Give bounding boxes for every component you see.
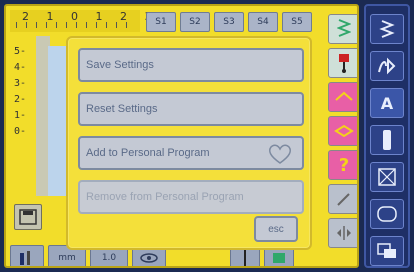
tab-s2[interactable]: S2 [180,12,210,32]
length-scale: 5- 4- 3- 2- 1- 0- [14,46,36,142]
save-settings-label: Save Settings [86,59,154,71]
needle-position-icon [20,251,30,265]
reset-settings-label: Reset Settings [86,103,158,115]
remove-from-personal-program-label: Remove from Personal Program [86,191,244,203]
buttonhole-icon[interactable] [370,125,404,155]
eye-icon [140,253,158,263]
stitch-menu-icon[interactable] [370,14,404,44]
add-to-personal-program-button[interactable]: Add to Personal Program [78,136,304,170]
stitch-ruler: 2 1 0 1 2 3 [10,10,151,32]
balance-icon[interactable] [328,82,357,112]
esc-button[interactable]: esc [254,216,298,242]
scale-label: 1- [14,110,27,121]
floppy-icon [19,209,37,225]
remove-from-personal-program-button: Remove from Personal Program [78,180,304,214]
tab-s3[interactable]: S3 [214,12,244,32]
save-icon-button[interactable] [14,204,42,230]
presser-foot-icon [273,253,285,263]
question-icon[interactable]: ? [328,150,357,180]
main-menu-sidebar: A [364,4,410,268]
add-to-personal-program-label: Add to Personal Program [86,147,210,159]
scale-label: 5- [14,46,27,57]
scale-label: 4- [14,62,27,73]
mirror-icon[interactable] [328,218,357,248]
stitch-icon[interactable] [328,14,357,44]
needle-icon [244,250,246,266]
tab-s1[interactable]: S1 [146,12,176,32]
stitch-width-button[interactable] [10,245,44,266]
function-palette: ? [328,14,357,248]
scale-label: 3- [14,78,27,89]
edit-icon[interactable] [328,184,357,214]
alphabet-icon[interactable] [370,51,404,81]
stitch-preview-strip [48,46,68,196]
ruler-numbers: 2 1 0 1 2 3 [22,10,159,23]
tab-s5[interactable]: S5 [282,12,312,32]
a-letter-icon[interactable]: A [370,88,404,118]
tab-s4[interactable]: S4 [248,12,278,32]
scale-label: 0- [14,126,27,137]
personal-icon[interactable] [370,236,404,266]
needle-stop-icon[interactable] [328,48,357,78]
embroidery-icon[interactable] [370,199,404,229]
settings-dialog: Save Settings Reset Settings Add to Pers… [66,36,312,250]
save-settings-button[interactable]: Save Settings [78,48,304,82]
stitch-tabs: S1 S2 S3 S4 S5 [146,12,312,34]
sewing-machine-screen: 2 1 0 1 2 3 S1 S2 S3 S4 S5 5- 4- 3- 2- 1… [0,0,414,272]
reset-settings-button[interactable]: Reset Settings [78,92,304,126]
scale-label: 2- [14,94,27,105]
heart-icon [268,144,292,164]
pattern-icon[interactable] [328,116,357,146]
main-display: 2 1 0 1 2 3 S1 S2 S3 S4 S5 5- 4- 3- 2- 1… [4,4,359,268]
quilt-icon[interactable] [370,162,404,192]
